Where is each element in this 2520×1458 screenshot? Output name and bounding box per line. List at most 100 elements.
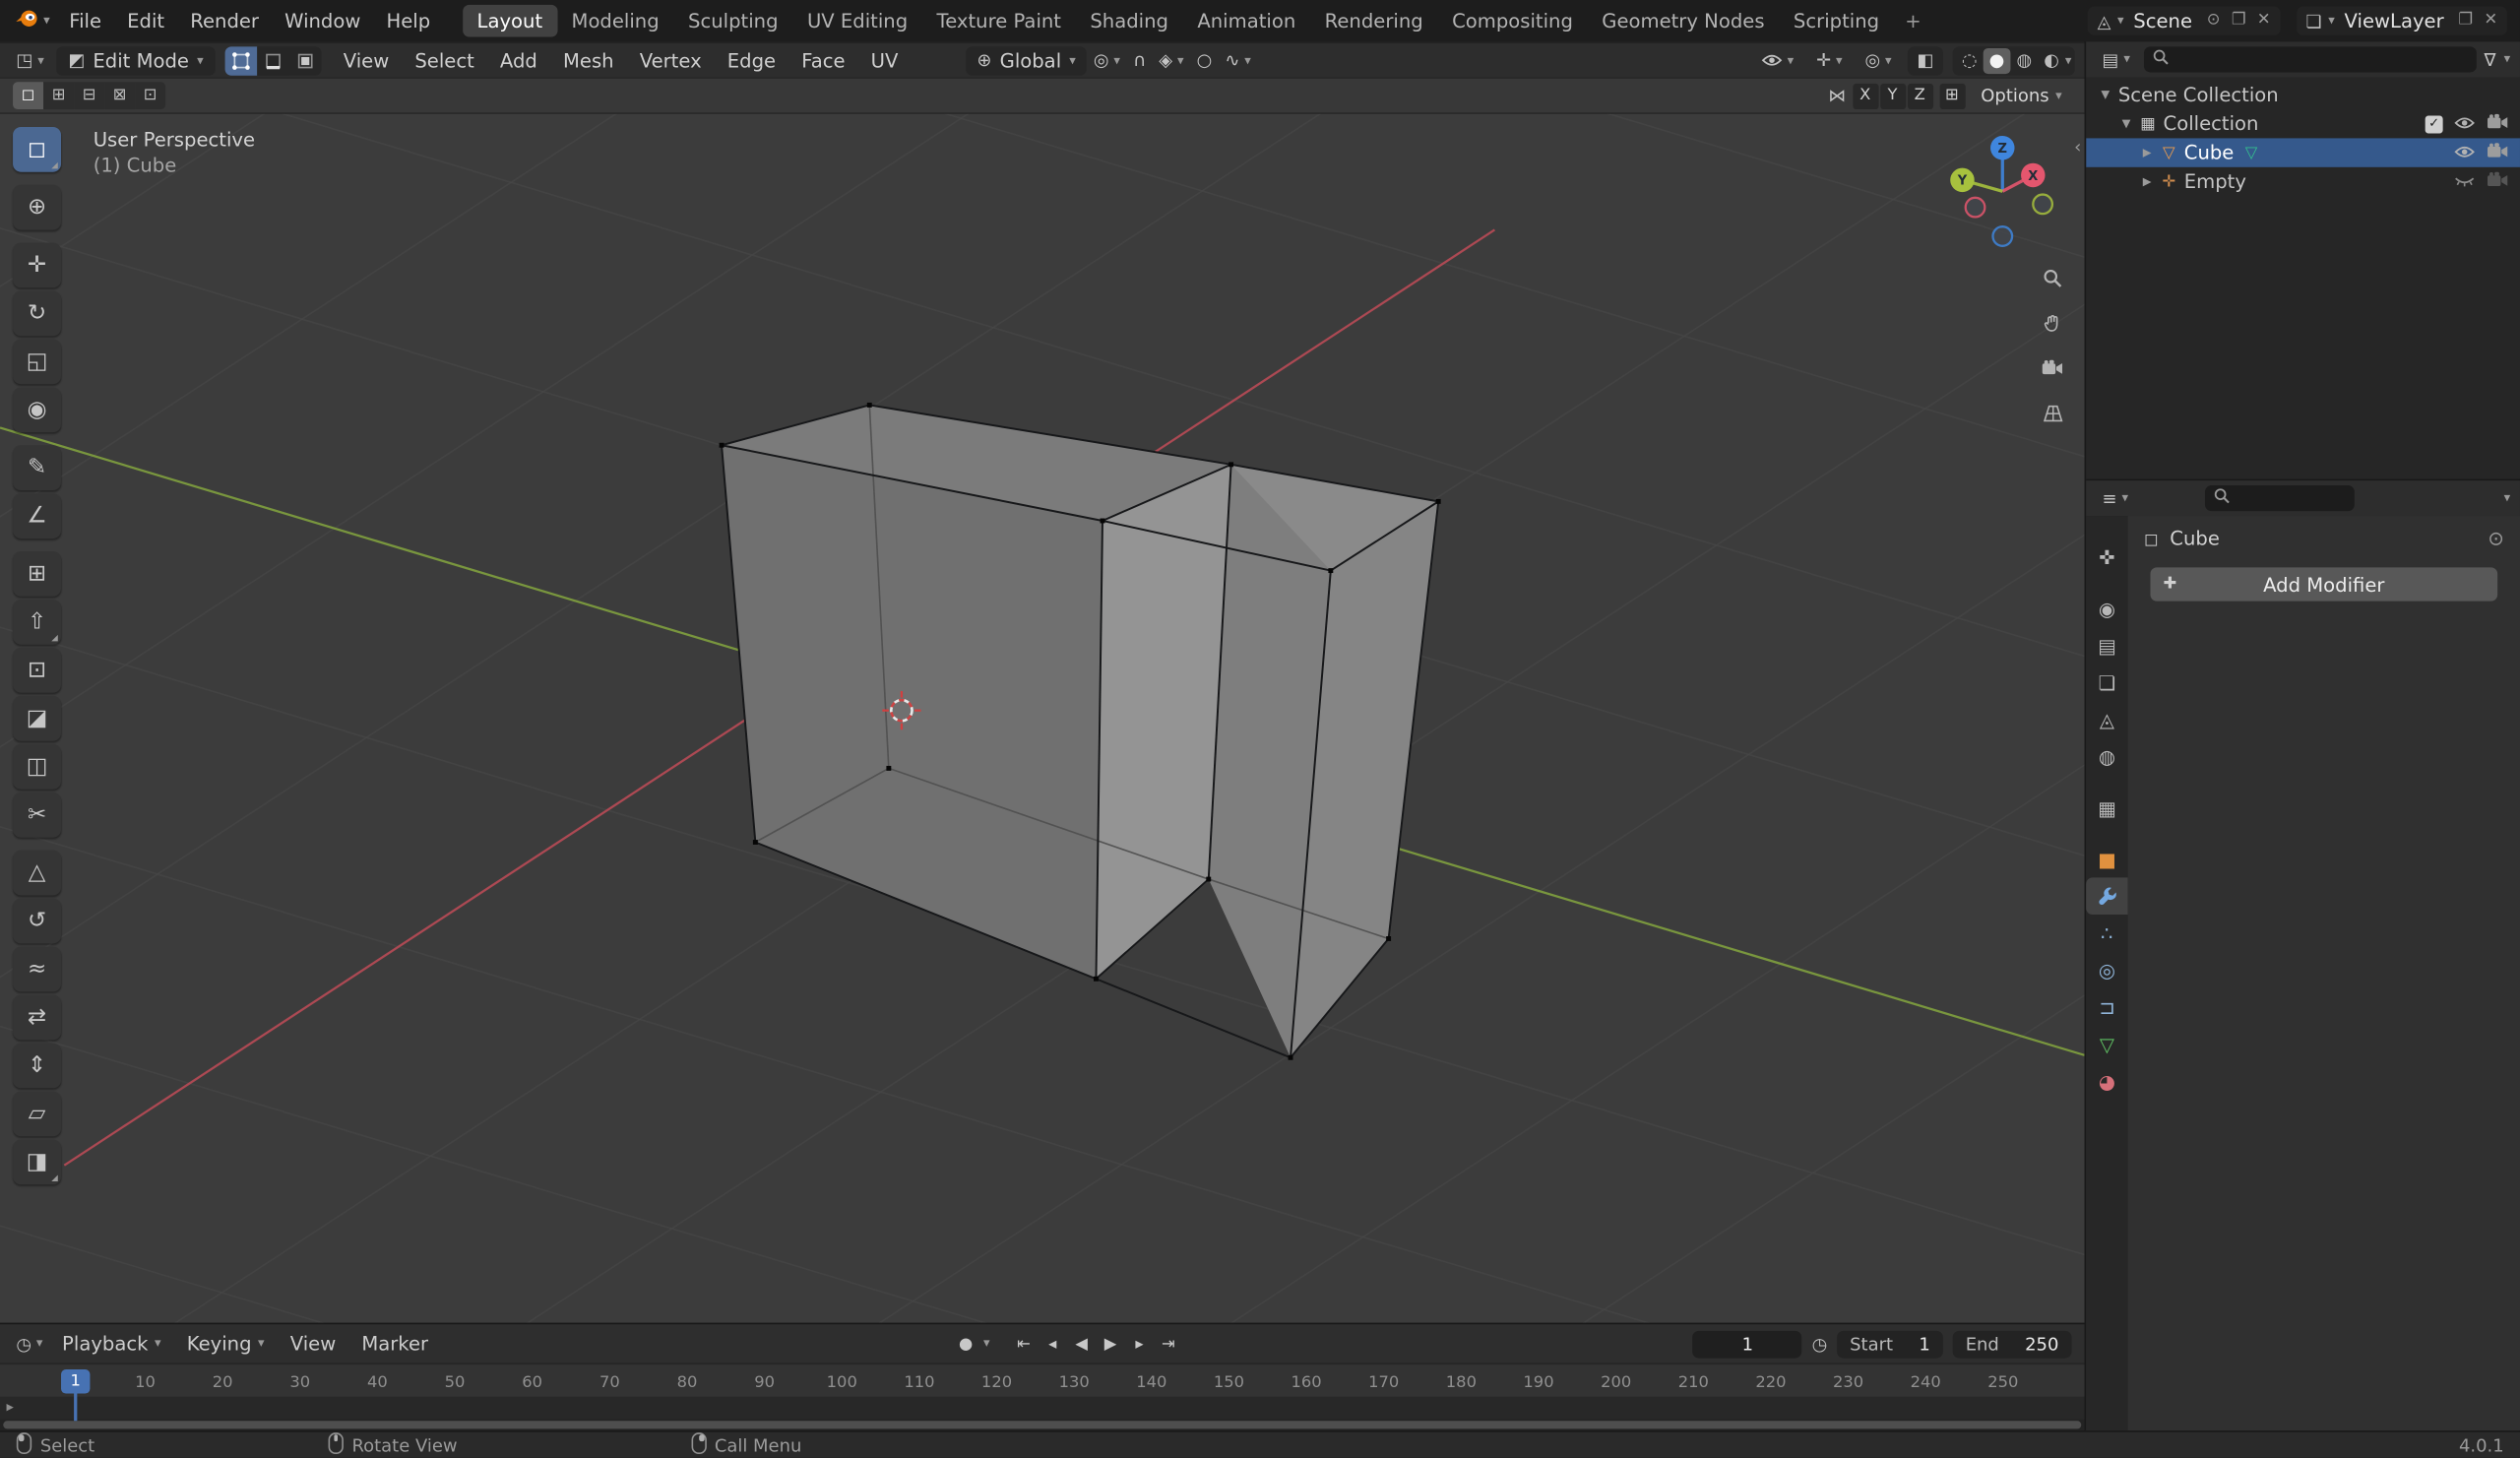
tool-rip-region[interactable]: ◨ <box>13 1140 61 1185</box>
unlink-scene-icon[interactable]: ✕ <box>2257 13 2271 29</box>
shading-material-button[interactable]: ◍ <box>2010 47 2038 73</box>
edge-select-button[interactable] <box>257 46 289 75</box>
cube-mesh[interactable] <box>720 403 1441 1060</box>
timeline-menu-playback[interactable]: Playback▾ <box>49 1328 174 1361</box>
tool-edge-slide[interactable]: ⇄ <box>13 995 61 1041</box>
tool-select-box[interactable]: ◻ <box>13 127 61 172</box>
viewport-menu-mesh[interactable]: Mesh <box>550 46 627 75</box>
properties-tab-collection[interactable]: ▦ <box>2086 790 2127 827</box>
menu-render[interactable]: Render <box>177 5 272 37</box>
outliner-item-label[interactable]: Cube <box>2184 142 2235 164</box>
tool-rotate[interactable]: ↻ <box>13 291 61 337</box>
auto-merge-icon[interactable]: ⊞ <box>1939 83 1965 108</box>
workspace-tab-texture-paint[interactable]: Texture Paint <box>922 5 1076 37</box>
add-workspace-button[interactable]: + <box>1894 5 1932 37</box>
overlays-dropdown[interactable]: ◎ ▾ <box>1858 51 1898 69</box>
options-dropdown[interactable]: Options ▾ <box>1971 86 2071 106</box>
properties-search[interactable] <box>2204 485 2354 511</box>
tool-shrink-fatten[interactable]: ⇕ <box>13 1044 61 1089</box>
jump-to-start-button[interactable]: ⇤ <box>1009 1329 1038 1358</box>
disclosure-arrow[interactable]: ▼ <box>2096 89 2115 101</box>
outliner-item-label[interactable]: Scene Collection <box>2118 84 2279 106</box>
outliner-editor-type-button[interactable]: ▤ ▾ <box>2096 50 2137 68</box>
new-scene-icon[interactable]: ❐ <box>2232 13 2246 29</box>
viewlayer-name[interactable]: ViewLayer <box>2345 10 2444 32</box>
outliner-filter-icon[interactable]: ∇ <box>2484 50 2495 68</box>
select-extend-button[interactable]: ⊞ <box>43 82 74 109</box>
outliner-item-label[interactable]: Collection <box>2164 112 2259 135</box>
end-frame-field[interactable]: End 250 <box>1953 1330 2072 1358</box>
outliner-row-empty[interactable]: ▶✛Empty <box>2086 167 2520 196</box>
workspace-tab-layout[interactable]: Layout <box>463 5 557 37</box>
navigation-gizmo[interactable]: ZXY <box>1930 120 2075 275</box>
proportional-toggle[interactable]: ○ <box>1190 51 1219 69</box>
properties-tab-tool[interactable]: ✜ <box>2086 539 2127 576</box>
viewlayer-selector[interactable]: ❏ ▾ ViewLayer ❐ ✕ <box>2297 7 2507 35</box>
tool-extrude-region[interactable]: ⇧ <box>13 600 61 645</box>
timeline-track-area[interactable]: ▸ <box>0 1397 2085 1420</box>
perspective-toggle-button[interactable] <box>2037 397 2069 429</box>
tool-transform[interactable]: ◉ <box>13 387 61 432</box>
tool-scale[interactable]: ◱ <box>13 339 61 384</box>
timeline-menu-view[interactable]: View <box>278 1328 349 1361</box>
properties-tab-object[interactable]: ■ <box>2086 841 2127 878</box>
viewport-menu-select[interactable]: Select <box>402 46 487 75</box>
neg-y-axis-ball[interactable] <box>2033 195 2052 215</box>
viewport-menu-add[interactable]: Add <box>487 46 550 75</box>
xray-toggle[interactable]: ◧ <box>1908 46 1943 75</box>
tool-loop-cut[interactable]: ◫ <box>13 744 61 790</box>
viewport-3d-scene[interactable] <box>0 114 2085 1323</box>
playhead-line[interactable] <box>74 1390 77 1421</box>
tool-annotate[interactable]: ✎ <box>13 445 61 490</box>
snap-target-dropdown[interactable]: ◈ ▾ <box>1153 51 1190 69</box>
scene-selector[interactable]: ◬ ▾ Scene ⊙ ❐ ✕ <box>2088 7 2281 35</box>
face-select-button[interactable] <box>288 46 321 75</box>
properties-editor-type-button[interactable]: ≡ ▾ <box>2096 489 2135 507</box>
tool-spin[interactable]: ↺ <box>13 899 61 944</box>
snap-toggle[interactable]: ∩ <box>1126 51 1152 69</box>
select-invert-button[interactable]: ⊠ <box>104 82 135 109</box>
selectable-checkbox[interactable]: ✓ <box>2426 115 2443 133</box>
tool-move[interactable]: ✛ <box>13 243 61 288</box>
viewport-menu-face[interactable]: Face <box>788 46 857 75</box>
shading-rendered-button[interactable]: ◐ <box>2038 47 2065 73</box>
viewlayer-browse-icon[interactable]: ❏ <box>2306 12 2322 30</box>
render-camera-icon-disabled[interactable] <box>2487 170 2509 193</box>
zoom-button[interactable] <box>2037 262 2069 294</box>
timeline-menu-keying[interactable]: Keying▾ <box>174 1328 278 1361</box>
viewport-menu-vertex[interactable]: Vertex <box>627 46 715 75</box>
properties-tab-scene[interactable]: ◬ <box>2086 701 2127 738</box>
viewport-canvas[interactable]: User Perspective (1) Cube ◻⊕✛↻◱◉✎∠⊞⇧⊡◪◫✂… <box>0 112 2085 1322</box>
select-intersect-button[interactable]: ⊡ <box>135 82 165 109</box>
pan-hand-button[interactable] <box>2037 307 2069 340</box>
disclosure-arrow[interactable]: ▼ <box>2116 117 2136 130</box>
next-keyframe-button[interactable]: ▸ <box>1125 1329 1154 1358</box>
menu-file[interactable]: File <box>56 5 114 37</box>
tool-knife[interactable]: ✂ <box>13 792 61 838</box>
viewport-menu-edge[interactable]: Edge <box>715 46 788 75</box>
disclosure-arrow[interactable]: ▶ <box>2137 175 2157 188</box>
hide-eye-icon[interactable] <box>2454 112 2475 135</box>
properties-tab-particles[interactable]: ∴ <box>2086 915 2127 952</box>
render-camera-icon[interactable] <box>2487 142 2509 164</box>
jump-to-end-button[interactable]: ⇥ <box>1154 1329 1182 1358</box>
remove-viewlayer-icon[interactable]: ✕ <box>2484 13 2497 29</box>
shading-solid-button[interactable]: ● <box>1984 47 2011 73</box>
properties-tab-render[interactable]: ◉ <box>2086 590 2127 627</box>
new-viewlayer-icon[interactable]: ❐ <box>2458 13 2473 29</box>
properties-tab-world[interactable]: ◍ <box>2086 737 2127 775</box>
tool-poly-build[interactable]: △ <box>13 851 61 896</box>
shading-wireframe-button[interactable]: ◌ <box>1956 47 1984 73</box>
workspace-tab-rendering[interactable]: Rendering <box>1310 5 1437 37</box>
timeline-expand-arrow[interactable]: ▸ <box>7 1400 14 1416</box>
select-subtract-button[interactable]: ⊟ <box>74 82 104 109</box>
workspace-tab-sculpting[interactable]: Sculpting <box>673 5 792 37</box>
timeline-editor-type-button[interactable]: ◷ ▾ <box>10 1335 49 1353</box>
properties-tab-data[interactable]: ▽ <box>2086 1026 2127 1063</box>
workspace-tab-scripting[interactable]: Scripting <box>1779 5 1894 37</box>
properties-tab-physics[interactable]: ◎ <box>2086 952 2127 989</box>
breadcrumb-object-name[interactable]: Cube <box>2170 528 2220 550</box>
scrollbar-handle[interactable] <box>3 1421 2081 1428</box>
outliner-row-scene-collection[interactable]: ▼Scene Collection <box>2086 81 2520 109</box>
gizmos-dropdown[interactable]: ✛ ▾ <box>1810 51 1850 69</box>
